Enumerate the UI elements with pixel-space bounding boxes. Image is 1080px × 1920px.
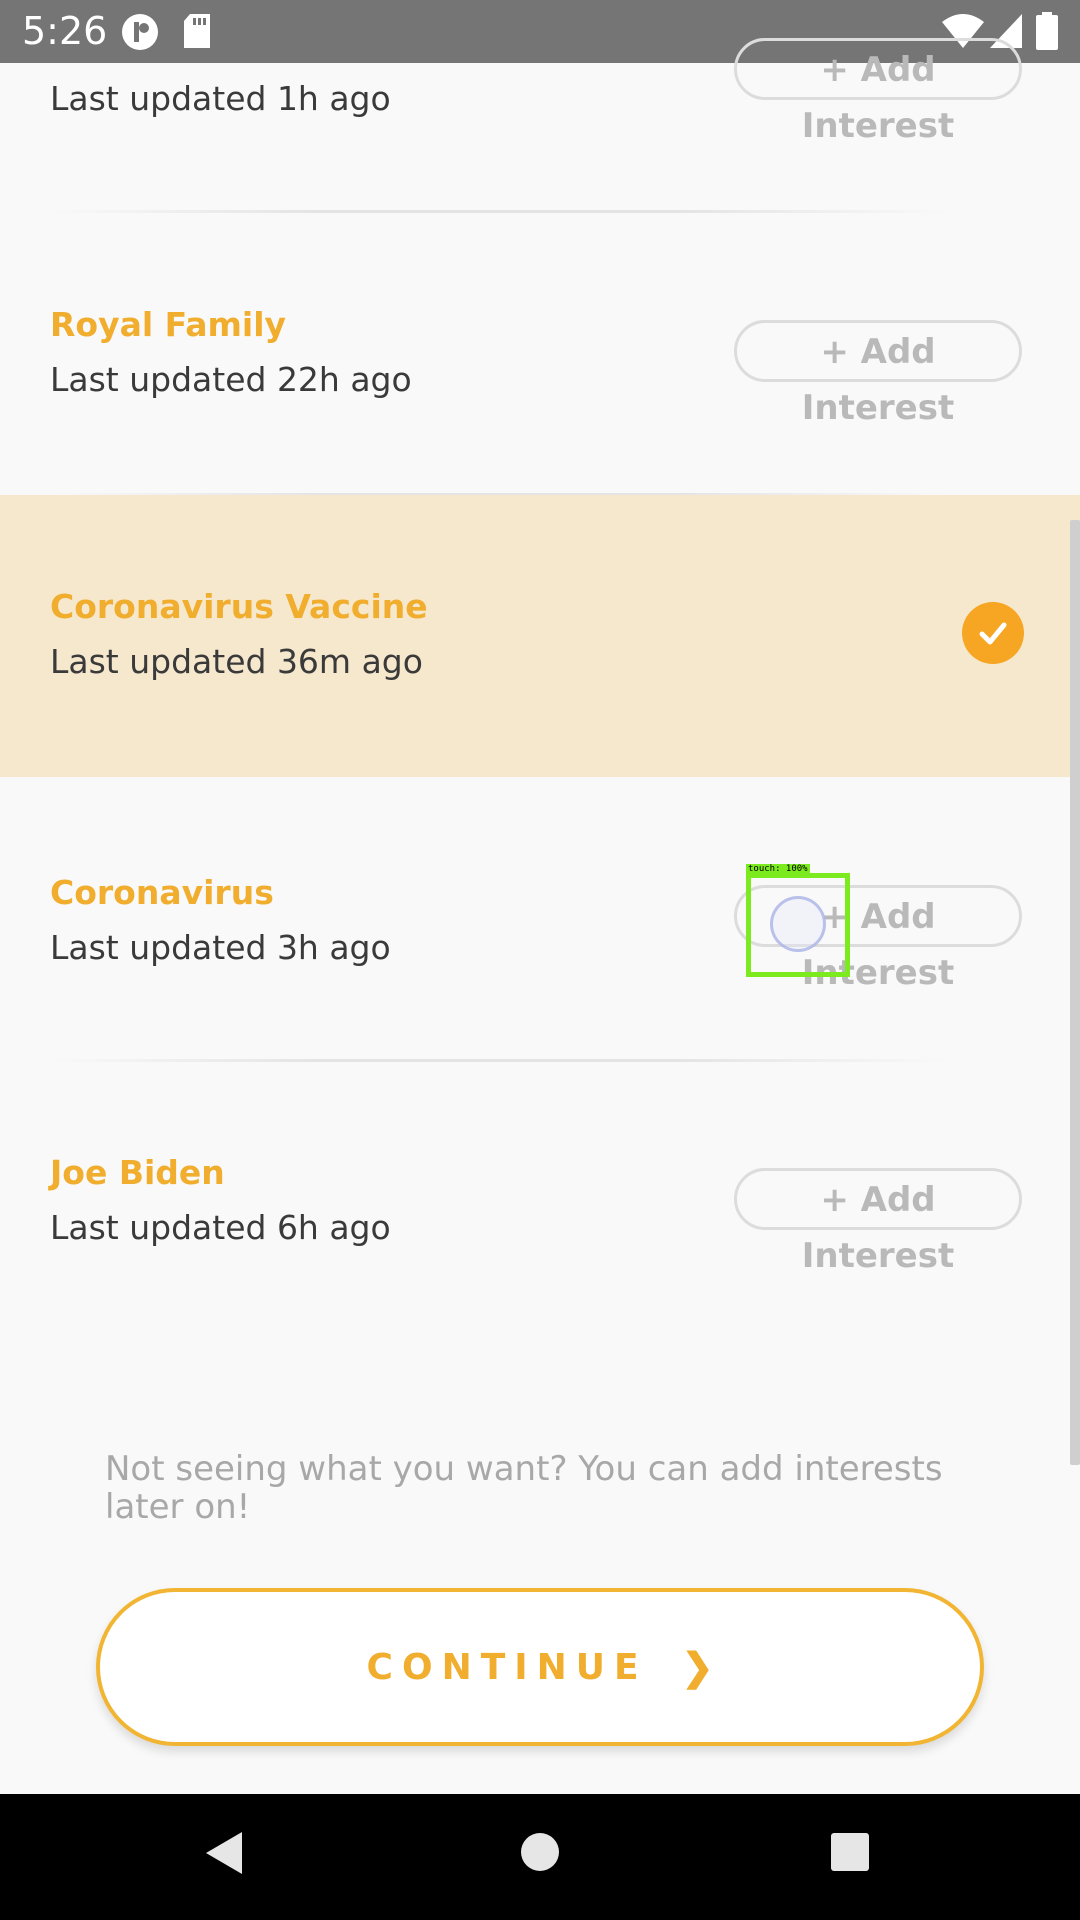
continue-button[interactable]: CONTINUE ❯ <box>96 1588 984 1746</box>
touch-highlight-box <box>746 873 850 977</box>
item-title: Joe Biden <box>50 1153 225 1192</box>
touch-label: touch: 100% <box>746 864 810 875</box>
recents-icon[interactable] <box>830 1832 870 1872</box>
item-updated-label: Last updated 6h ago <box>50 1208 391 1247</box>
sd-card-icon <box>184 14 210 48</box>
add-interest-button[interactable]: + Add Interest <box>734 38 1022 146</box>
item-updated-label: Last updated 1h ago <box>50 79 391 118</box>
add-interest-button[interactable]: + Add Interest <box>734 320 1022 428</box>
continue-label: CONTINUE <box>366 1646 648 1688</box>
add-interest-button[interactable]: + Add Interest <box>734 1168 1022 1276</box>
item-title: Coronavirus Vaccine <box>50 587 428 626</box>
battery-icon <box>1036 12 1058 50</box>
interest-item[interactable]: Coronavirus Last updated 3h ago + Add In… <box>0 777 1080 1059</box>
back-icon[interactable] <box>204 1830 244 1876</box>
item-updated-label: Last updated 3h ago <box>50 928 391 967</box>
item-updated-label: Last updated 22h ago <box>50 360 412 399</box>
hint-text: Not seeing what you want? You can add in… <box>105 1449 943 1527</box>
item-title: Royal Family <box>50 305 287 344</box>
interest-item[interactable]: Royal Family Last updated 22h ago + Add … <box>0 213 1080 495</box>
home-icon[interactable] <box>520 1832 560 1872</box>
item-updated-label: Last updated 36m ago <box>50 642 423 681</box>
interest-item-selected[interactable]: Coronavirus Vaccine Last updated 36m ago <box>0 495 1080 777</box>
chevron-right-icon: ❯ <box>681 1646 714 1689</box>
status-time: 5:26 <box>22 9 108 53</box>
checkmark-icon[interactable] <box>962 602 1024 664</box>
notification-app-icon <box>122 14 158 50</box>
navigation-bar <box>0 1794 1080 1920</box>
interest-item[interactable]: Last updated 1h ago + Add Interest <box>0 38 1080 213</box>
item-title: Coronavirus <box>50 873 274 912</box>
scrollbar[interactable] <box>1070 520 1080 1465</box>
interest-item[interactable]: Joe Biden Last updated 6h ago + Add Inte… <box>0 1061 1080 1343</box>
